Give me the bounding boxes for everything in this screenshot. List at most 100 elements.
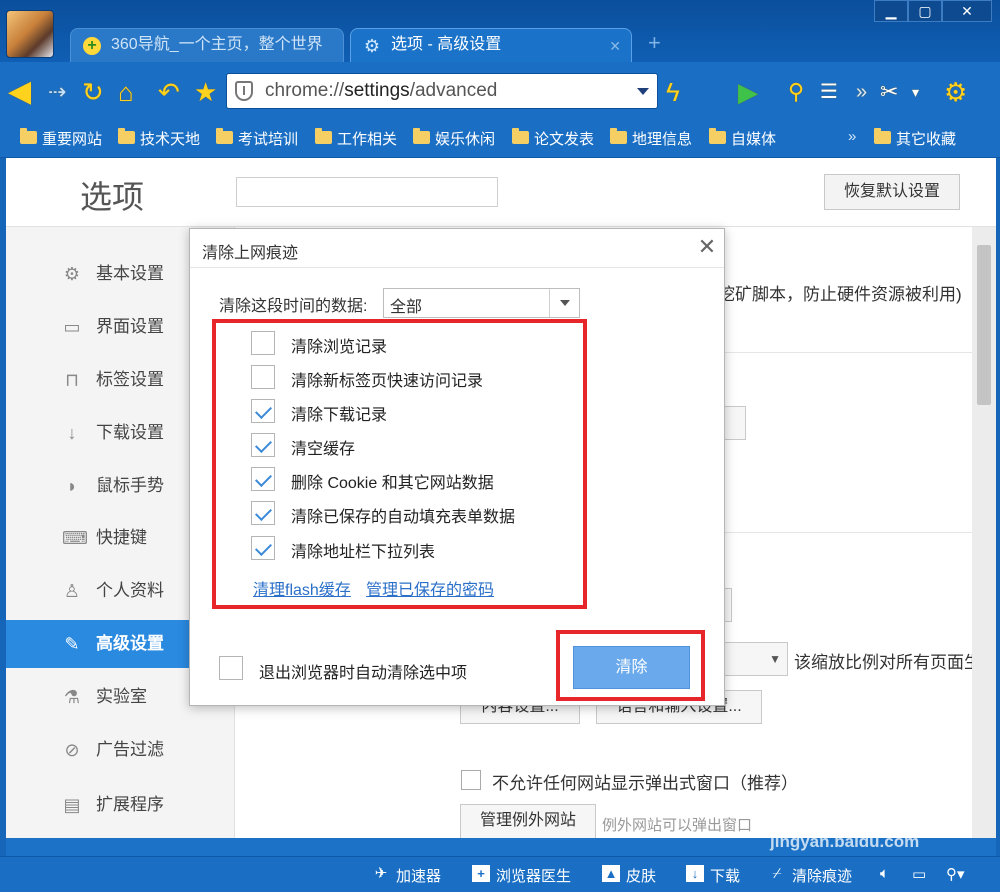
status-skin[interactable]: ▲ 皮肤 [602, 865, 656, 886]
volume-icon[interactable]: 🔈︎ [880, 865, 889, 882]
bookmark-folder[interactable]: 娱乐休闲 [413, 128, 495, 149]
back-icon[interactable]: ◀ [8, 77, 31, 107]
popup-block-checkbox[interactable] [461, 770, 481, 790]
folder-icon [413, 128, 430, 144]
baidu-jingyan-watermark: Baidu经验 jingyan.baidu.com [768, 784, 978, 864]
close-window-button[interactable]: ✕ [942, 0, 992, 22]
bookmark-folder[interactable]: 自媒体 [709, 128, 776, 149]
plus-circle-icon: + [83, 37, 101, 55]
flask-icon: ⚗ [63, 687, 81, 707]
title-bar: + 360导航_一个主页，整个世界 ⚙ 选项 - 高级设置 ✕ + ▁ ▢ ✕ [0, 0, 1000, 62]
checkbox[interactable] [251, 365, 275, 389]
bookmark-folder[interactable]: 论文发表 [512, 128, 594, 149]
folder-icon [118, 128, 135, 144]
layout-icon[interactable]: ▭ [912, 865, 926, 883]
bookmarks-bar: 重要网站 技术天地 考试培训 工作相关 娱乐休闲 论文发表 地理信息 自媒体 »… [0, 120, 1000, 158]
checkbox[interactable] [251, 399, 275, 423]
bookmark-folder-other[interactable]: 其它收藏 [874, 128, 956, 149]
search-icon[interactable]: ⚲▾ [946, 865, 965, 883]
checkbox[interactable] [251, 467, 275, 491]
clear-browsing-data-dialog: 清除上网痕迹 ✕ 清除这段时间的数据: 全部 清除浏览记录 清除新标签页快速访问… [189, 228, 725, 706]
undo-icon[interactable]: ↶ [158, 77, 180, 107]
bookmark-folder[interactable]: 技术天地 [118, 128, 200, 149]
tab-settings-advanced[interactable]: ⚙ 选项 - 高级设置 ✕ [350, 28, 632, 62]
gear-icon[interactable]: ⚙ [944, 77, 967, 107]
tab-close-icon[interactable]: ✕ [609, 30, 621, 62]
status-browser-doctor[interactable]: + 浏览器医生 [472, 865, 571, 886]
time-period-select[interactable]: 全部 [383, 288, 580, 318]
extension-icon[interactable]: ▶ [738, 77, 758, 107]
address-bar[interactable]: chrome://settings/advanced [226, 73, 658, 109]
more-icon[interactable]: » [856, 77, 867, 107]
tab-360-nav[interactable]: + 360导航_一个主页，整个世界 [70, 28, 344, 62]
block-icon: ⊘ [64, 740, 80, 760]
bookmarks-more-icon[interactable]: » [848, 128, 856, 145]
skin-icon: ▲ [602, 865, 620, 882]
address-dropdown-icon[interactable] [637, 88, 649, 95]
time-period-label: 清除这段时间的数据: [219, 298, 368, 315]
scrollbar-thumb[interactable] [977, 245, 991, 405]
user-icon: ♙ [63, 581, 81, 601]
status-download[interactable]: ↓ 下载 [686, 865, 740, 886]
tab-icon: ⊓ [64, 370, 80, 390]
manage-passwords-link[interactable]: 管理已保存的密码 [366, 576, 494, 600]
status-clear-traces[interactable]: ⌿ 清除痕迹 [768, 865, 852, 886]
clear-flash-cache-link[interactable]: 清理flash缓存 [253, 576, 351, 600]
home-icon[interactable]: ⌂ [118, 77, 134, 107]
watermark-url: jingyan.baidu.com [770, 832, 920, 851]
checkbox[interactable] [219, 656, 243, 680]
bookmark-folder[interactable]: 工作相关 [315, 128, 397, 149]
manage-exceptions-button[interactable]: 管理例外网站 [460, 804, 596, 838]
dialog-title: 清除上网痕迹 [202, 245, 299, 262]
minimize-button[interactable]: ▁ [874, 0, 908, 22]
clear-button[interactable]: 清除 [573, 646, 690, 689]
forward-icon[interactable]: ⇢ [48, 77, 66, 107]
background-text: 挖矿脚本，防止硬件资源被利用) [718, 285, 962, 304]
bookmark-folder[interactable]: 地理信息 [610, 128, 692, 149]
time-period-value: 全部 [390, 299, 423, 316]
restore-defaults-button[interactable]: 恢复默认设置 [824, 174, 960, 210]
zoom-note: 该缩放比例对所有页面生 [794, 653, 981, 672]
folder-icon [20, 128, 37, 144]
sidebar-item-ad-filter[interactable]: ⊘ 广告过滤 [6, 726, 235, 774]
status-accelerator[interactable]: ✈ 加速器 [372, 865, 441, 886]
page-title: 选项 [80, 179, 145, 215]
gear-icon: ⚙ [63, 264, 81, 284]
checkbox[interactable] [251, 433, 275, 457]
folder-icon [610, 128, 627, 144]
chevron-down-icon[interactable] [549, 289, 579, 317]
flash-icon[interactable]: ϟ [666, 77, 680, 107]
broom-icon: ⌿ [772, 865, 782, 882]
checkbox[interactable] [251, 331, 275, 355]
sidebar-item-extensions[interactable]: ▤ 扩展程序 [6, 781, 235, 829]
search-icon[interactable]: ⚲ [788, 77, 804, 107]
doctor-icon: + [472, 865, 490, 882]
favorite-star-icon[interactable]: ★ [194, 77, 217, 107]
maximize-button[interactable]: ▢ [908, 0, 942, 22]
chevron-down-icon[interactable]: ▾ [912, 77, 919, 107]
navigation-toolbar: ◀ ⇢ ↻ ⌂ ↶ ★ chrome://settings/advanced ϟ… [0, 62, 1000, 120]
bookmark-folder[interactable]: 考试培训 [216, 128, 298, 149]
extension-icon: ▤ [63, 795, 81, 815]
list-icon[interactable]: ☰ [820, 77, 838, 107]
bookmark-folder[interactable]: 重要网站 [20, 128, 102, 149]
tab-label: 360导航_一个主页，整个世界 [111, 36, 323, 53]
chevron-down-icon: ▼ [769, 652, 781, 666]
user-avatar[interactable] [6, 10, 54, 58]
folder-icon [216, 128, 233, 144]
checkbox[interactable] [251, 501, 275, 525]
close-icon[interactable]: ✕ [696, 236, 718, 259]
settings-search-input[interactable] [236, 177, 498, 207]
folder-icon [874, 128, 891, 144]
address-url[interactable]: chrome://settings/advanced [265, 80, 497, 102]
shortcut-icon: ⌨ [62, 528, 88, 548]
checkbox[interactable] [251, 536, 275, 560]
divider [190, 267, 724, 268]
vertical-scrollbar[interactable] [972, 227, 996, 838]
new-tab-icon[interactable]: + [648, 30, 661, 56]
window-icon: ▭ [63, 317, 81, 337]
refresh-icon[interactable]: ↻ [82, 77, 104, 107]
download-icon: ↓ [67, 423, 77, 443]
scissors-icon[interactable]: ✂ [880, 77, 898, 107]
highlight-box-options [212, 319, 587, 609]
